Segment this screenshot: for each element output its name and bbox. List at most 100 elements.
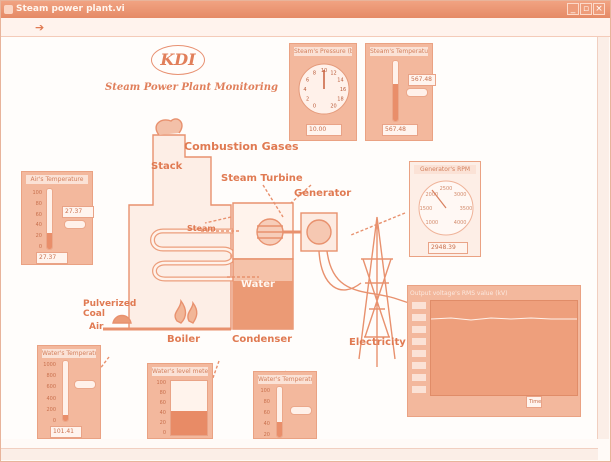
- dial-tick-label: 8: [313, 71, 316, 77]
- steam-label: Steam: [187, 224, 216, 233]
- stack-label: Stack: [151, 161, 183, 172]
- voltage-plot-area: [430, 300, 578, 396]
- air-label: Air: [89, 322, 104, 332]
- generator-rpm-panel: Generator's RPM 1000 1500 2000 2500 3000 3500…: [409, 161, 481, 257]
- voltage-x-label: Time: [526, 396, 542, 408]
- horizontal-scrollbar[interactable]: [1, 448, 598, 460]
- scale-tick-label: 1000: [43, 362, 56, 368]
- water-temp-2-knob[interactable]: [290, 406, 312, 415]
- water-temp-panel-1: Water's Temperature 1000 800 600 400 200 0 10…: [37, 345, 101, 439]
- steam-pressure-dial: 02468101214161820: [298, 63, 350, 115]
- air-temp-readout: 27.37: [36, 252, 68, 264]
- water-temp-1-readout: 101.41: [50, 426, 82, 438]
- voltage-trace: [430, 317, 577, 321]
- voltage-y-tick: [412, 374, 426, 381]
- scale-tick-label: 800: [46, 373, 56, 380]
- air-temp-indicator: 27.37: [62, 206, 94, 218]
- scale-tick-label: 20: [35, 233, 42, 240]
- water-temp-1-title: Water's Temperature: [42, 349, 96, 358]
- dial-tick-label: 18: [337, 97, 343, 103]
- dial-tick-label: 2: [306, 97, 309, 103]
- dial-tick-label: 14: [337, 78, 343, 84]
- dial-tick-label: 6: [306, 78, 309, 84]
- water-level-title: Water's level meter: [152, 367, 208, 376]
- scale-tick-label: 80: [35, 200, 42, 207]
- toolbar: ➔: [1, 18, 610, 37]
- close-button[interactable]: ×: [593, 3, 605, 15]
- generator-label: Generator: [294, 188, 352, 199]
- scale-tick-label: 0: [52, 418, 56, 424]
- air-temp-title: Air's Temperature: [26, 175, 88, 184]
- water-temp-2-thermometer: [276, 386, 283, 438]
- app-window: Steam power plant.vi _ ▫ × ➔ KDI Steam P…: [0, 0, 611, 462]
- front-panel: KDI Steam Power Plant Monitoring Combust…: [1, 37, 597, 439]
- dial-tick-label: 4: [303, 87, 306, 93]
- dial-tick-label: 20: [330, 103, 336, 109]
- air-temp-knob[interactable]: [64, 220, 86, 229]
- scale-tick-label: 40: [159, 410, 166, 416]
- air-temp-panel: Air's Temperature 100 80 60 40 20 0 27.37 27.…: [21, 171, 94, 265]
- steam-temp-readout: 567.48: [382, 124, 418, 136]
- voltage-y-tick: [412, 302, 426, 309]
- steam-pressure-panel: Steam's Pressure (bar) 02468101214161820…: [289, 43, 357, 141]
- boiler-label: Boiler: [167, 334, 201, 345]
- voltage-y-tick: [412, 338, 426, 345]
- condenser-label: Condenser: [232, 334, 293, 345]
- steam-temp-indicator: 567.48: [408, 74, 436, 86]
- voltage-chart-panel: Output voltage's RMS value (kV) Time: [407, 285, 581, 417]
- scale-tick-label: 100: [156, 380, 166, 386]
- run-arrow-icon[interactable]: ➔: [35, 21, 44, 34]
- steam-pressure-title: Steam's Pressure (bar): [294, 47, 352, 56]
- water-temp-1-thermometer: [62, 360, 69, 422]
- scale-tick-label: 20: [263, 432, 270, 438]
- scale-tick-label: 60: [35, 211, 42, 218]
- maximize-button[interactable]: ▫: [580, 3, 592, 15]
- scale-tick-label: 200: [46, 406, 56, 413]
- steam-pressure-readout: 10.00: [306, 124, 342, 136]
- water-level-panel: Water's level meter 100 80 60 40 20 0: [147, 363, 213, 439]
- water-temp-panel-2: Water's Temperature 100 80 60 40 20: [253, 371, 317, 439]
- voltage-y-tick: [412, 386, 426, 393]
- scale-tick-label: 60: [263, 410, 270, 416]
- voltage-chart-title: Output voltage's RMS value (kV): [410, 290, 508, 297]
- electricity-label: Electricity: [349, 337, 406, 348]
- dial-tick-label: 0: [313, 103, 316, 109]
- steam-turbine-label: Steam Turbine: [221, 173, 303, 184]
- scale-tick-label: 80: [263, 399, 270, 405]
- window-title: Steam power plant.vi: [16, 4, 125, 14]
- steam-temp-title: Steam's Temperature: [370, 47, 428, 56]
- dial-tick-label: 4000: [454, 220, 467, 226]
- voltage-y-tick: [412, 314, 426, 321]
- labview-vi-icon: [4, 5, 13, 14]
- water-level-tank: [170, 380, 208, 436]
- combustion-gases-label: Combustion Gases: [184, 140, 299, 153]
- water-temp-1-knob[interactable]: [74, 380, 96, 389]
- water-label: Water: [241, 279, 275, 290]
- generator-rpm-readout: 2948.39: [428, 242, 468, 254]
- steam-temp-thermometer: [392, 60, 399, 122]
- scale-tick-label: 60: [159, 400, 166, 406]
- title-bar[interactable]: Steam power plant.vi _ ▫ ×: [1, 1, 610, 18]
- water-temp-2-title: Water's Temperature: [258, 375, 312, 384]
- dial-tick-label: 3500: [460, 206, 473, 212]
- scale-tick-label: 600: [46, 384, 56, 391]
- vertical-scrollbar[interactable]: [597, 37, 609, 439]
- dial-tick-label: 16: [340, 87, 346, 93]
- dial-tick-label: 3000: [454, 192, 467, 198]
- scale-tick-label: 80: [159, 390, 166, 396]
- voltage-y-tick: [412, 350, 426, 357]
- pulverized-coal-label: Pulverized Coal: [83, 299, 137, 319]
- voltage-y-tick: [412, 362, 426, 369]
- scale-tick-label: 100: [32, 190, 42, 196]
- air-temp-thermometer: [46, 188, 53, 250]
- scale-tick-label: 100: [260, 388, 270, 394]
- steam-temp-knob[interactable]: [406, 88, 428, 97]
- generator-rpm-dial: 1000150020002500300035004000: [418, 180, 474, 236]
- dial-tick-label: 1500: [420, 206, 433, 212]
- minimize-button[interactable]: _: [567, 3, 579, 15]
- dial-tick-label: 1000: [425, 220, 438, 226]
- scale-tick-label: 20: [159, 420, 166, 426]
- scale-tick-label: 0: [38, 244, 42, 250]
- voltage-y-tick: [412, 326, 426, 333]
- generator-rpm-title: Generator's RPM: [414, 165, 476, 174]
